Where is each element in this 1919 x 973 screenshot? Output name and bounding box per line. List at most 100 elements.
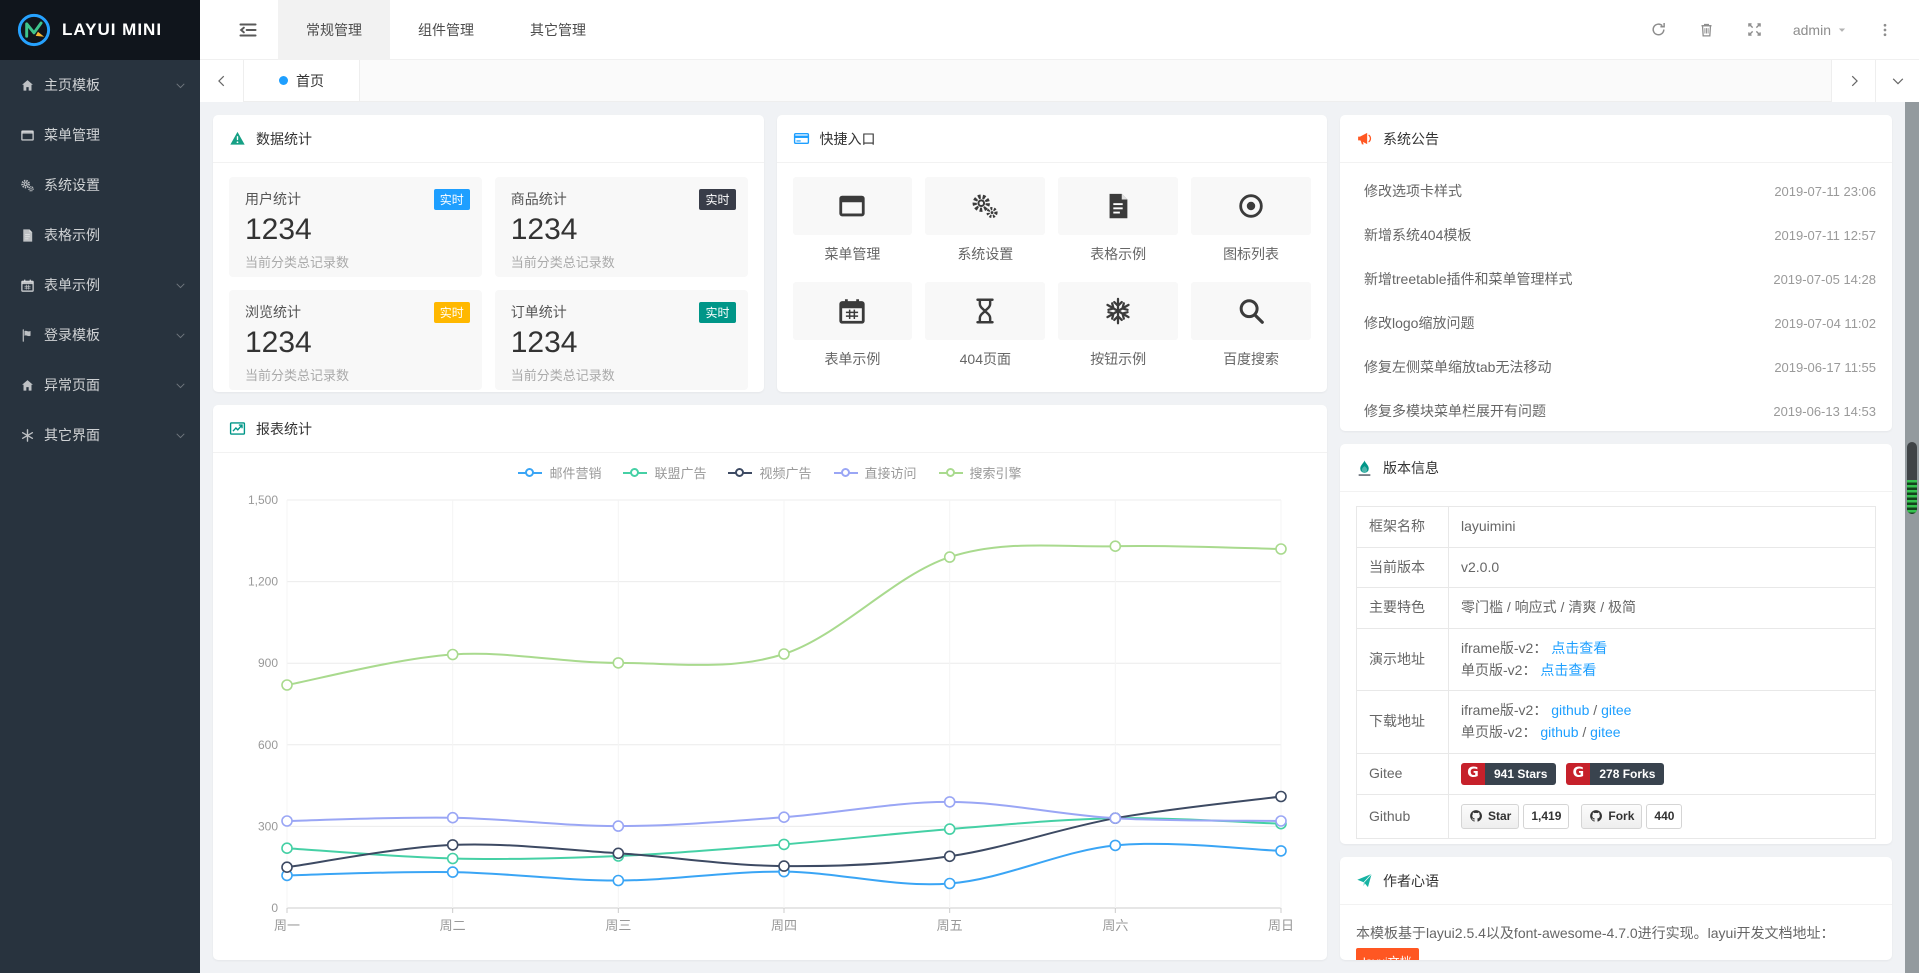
gitee-badge[interactable]: G278 Forks [1566, 763, 1664, 785]
legend-label: 直接访问 [865, 463, 917, 482]
quick-entry-5[interactable]: 404页面 [925, 282, 1045, 369]
svg-text:周三: 周三 [605, 918, 631, 933]
sidebar-item-1[interactable]: 菜单管理 [0, 110, 200, 160]
scrollbar-thumb[interactable] [1907, 442, 1917, 514]
legend-item-1[interactable]: 联盟广告 [623, 463, 706, 482]
fire-icon [1356, 459, 1373, 476]
version-row-value: Star1,419 Fork440 [1449, 795, 1876, 839]
stat-value: 1234 [511, 213, 732, 247]
user-menu[interactable]: admin [1783, 22, 1857, 38]
github-fork-badge[interactable]: Fork440 [1581, 804, 1682, 829]
sidebar-item-label: 系统设置 [44, 175, 186, 195]
sidebar-item-2[interactable]: 系统设置 [0, 160, 200, 210]
version-row-2: 主要特色零门槛 / 响应式 / 清爽 / 极简 [1357, 588, 1876, 629]
tab-strip: 首页 [200, 60, 1919, 102]
sidebar-item-4[interactable]: 表单示例 [0, 260, 200, 310]
stat-value: 1234 [245, 326, 466, 360]
tab-home[interactable]: 首页 [244, 60, 360, 101]
quick-entry-label: 系统设置 [925, 244, 1045, 264]
quick-entry-3[interactable]: 图标列表 [1191, 177, 1311, 264]
quick-entry-7[interactable]: 百度搜索 [1191, 282, 1311, 369]
version-row-1: 当前版本v2.0.0 [1357, 547, 1876, 588]
quick-entry-1[interactable]: 系统设置 [925, 177, 1045, 264]
version-row-label: Github [1357, 795, 1449, 839]
fullscreen-icon[interactable] [1735, 10, 1775, 50]
tab-scroll-right-button[interactable] [1831, 60, 1875, 102]
stat-label: 浏览统计 [245, 302, 466, 322]
scrollbar-track[interactable] [1905, 102, 1919, 973]
link-点击查看[interactable]: 点击查看 [1540, 662, 1596, 678]
svg-text:1,200: 1,200 [248, 575, 278, 589]
svg-text:300: 300 [258, 819, 278, 833]
announcement-text: 新增treetable插件和菜单管理样式 [1356, 269, 1572, 289]
quick-entry-0[interactable]: 菜单管理 [793, 177, 913, 264]
version-table: 框架名称layuimini当前版本v2.0.0主要特色零门槛 / 响应式 / 清… [1356, 506, 1876, 839]
announcement-date: 2019-07-11 12:57 [1774, 228, 1876, 243]
status-badge: 实时 [434, 189, 470, 210]
quick-entry-2[interactable]: 表格示例 [1058, 177, 1178, 264]
sidebar-item-3[interactable]: 表格示例 [0, 210, 200, 260]
sidebar-item-6[interactable]: 异常页面 [0, 360, 200, 410]
quick-entry-label: 图标列表 [1191, 244, 1311, 264]
gears-icon [20, 178, 44, 193]
github-star-badge[interactable]: Star1,419 [1461, 804, 1569, 829]
svg-text:900: 900 [258, 656, 278, 670]
legend-item-2[interactable]: 视频广告 [728, 463, 811, 482]
stat-value: 1234 [511, 326, 732, 360]
legend-item-0[interactable]: 邮件营销 [518, 463, 601, 482]
sidebar-menu: 主页模板菜单管理系统设置表格示例表单示例登录模板异常页面其它界面 [0, 60, 200, 460]
gitee-logo: G [1461, 763, 1485, 785]
nav-tab-2[interactable]: 其它管理 [502, 0, 614, 60]
quick-entry-6[interactable]: 按钮示例 [1058, 282, 1178, 369]
author-line1: 本模板基于layui2.5.4以及font-awesome-4.7.0进行实现。… [1356, 925, 1834, 941]
calendar-icon [837, 296, 867, 326]
announce-panel-title: 系统公告 [1383, 129, 1439, 149]
clear-cache-icon[interactable] [1687, 10, 1727, 50]
sidebar-item-label: 表格示例 [44, 225, 186, 245]
legend-label: 视频广告 [759, 463, 811, 482]
announcement-text: 修改logo缩放问题 [1356, 313, 1474, 333]
nav-tab-0[interactable]: 常规管理 [278, 0, 390, 60]
collapse-sidebar-icon[interactable] [218, 0, 278, 60]
stat-desc: 当前分类总记录数 [245, 252, 466, 271]
tab-scroll-left-button[interactable] [200, 60, 244, 102]
sidebar-item-7[interactable]: 其它界面 [0, 410, 200, 460]
nav-tab-1[interactable]: 组件管理 [390, 0, 502, 60]
announcement-list: 修改选项卡样式2019-07-11 23:06新增系统404模板2019-07-… [1340, 163, 1892, 431]
link-github[interactable]: github [1551, 702, 1589, 718]
chevron-down-icon [1891, 74, 1905, 88]
legend-item-4[interactable]: 搜索引擎 [939, 463, 1022, 482]
sidebar-item-5[interactable]: 登录模板 [0, 310, 200, 360]
version-row-label: Gitee [1357, 753, 1449, 794]
legend-label: 联盟广告 [654, 463, 706, 482]
sidebar-item-0[interactable]: 主页模板 [0, 60, 200, 110]
refresh-icon[interactable] [1639, 10, 1679, 50]
calendar-icon [20, 278, 44, 293]
link-gitee[interactable]: gitee [1601, 702, 1631, 718]
layui-doc-badge[interactable]: layui文档 [1356, 948, 1419, 960]
link-github[interactable]: github [1540, 724, 1578, 740]
warning-triangle-icon [229, 130, 246, 147]
svg-text:周一: 周一 [274, 918, 300, 933]
header-actions: admin [1639, 10, 1919, 50]
svg-text:周六: 周六 [1102, 918, 1128, 933]
hourglass-icon [970, 296, 1000, 326]
more-menu-icon[interactable] [1865, 10, 1905, 50]
link-gitee[interactable]: gitee [1590, 724, 1620, 740]
line-chart: 03006009001,2001,500周一周二周三周四周五周六周日 [213, 484, 1327, 952]
stat-card-0: 用户统计实时1234当前分类总记录数 [229, 177, 482, 277]
tab-operations-dropdown[interactable] [1875, 60, 1919, 102]
logo-icon [16, 12, 52, 48]
announcement-date: 2019-07-04 11:02 [1774, 316, 1876, 331]
credit-card-icon [793, 130, 810, 147]
link-点击查看[interactable]: 点击查看 [1551, 640, 1607, 656]
gitee-badge[interactable]: G941 Stars [1461, 763, 1556, 785]
quick-entry-label: 表单示例 [793, 349, 913, 369]
legend-item-3[interactable]: 直接访问 [834, 463, 917, 482]
report-panel: 报表统计 邮件营销联盟广告视频广告直接访问搜索引擎 03006009001,20… [213, 405, 1327, 960]
search-icon [1236, 296, 1266, 326]
quick-panel-title: 快捷入口 [820, 129, 876, 149]
quick-entry-panel: 快捷入口 菜单管理系统设置表格示例图标列表表单示例 404页面按钮示例百度搜索 [777, 115, 1328, 392]
quick-entry-4[interactable]: 表单示例 [793, 282, 913, 369]
chevron-down-icon [175, 80, 186, 91]
